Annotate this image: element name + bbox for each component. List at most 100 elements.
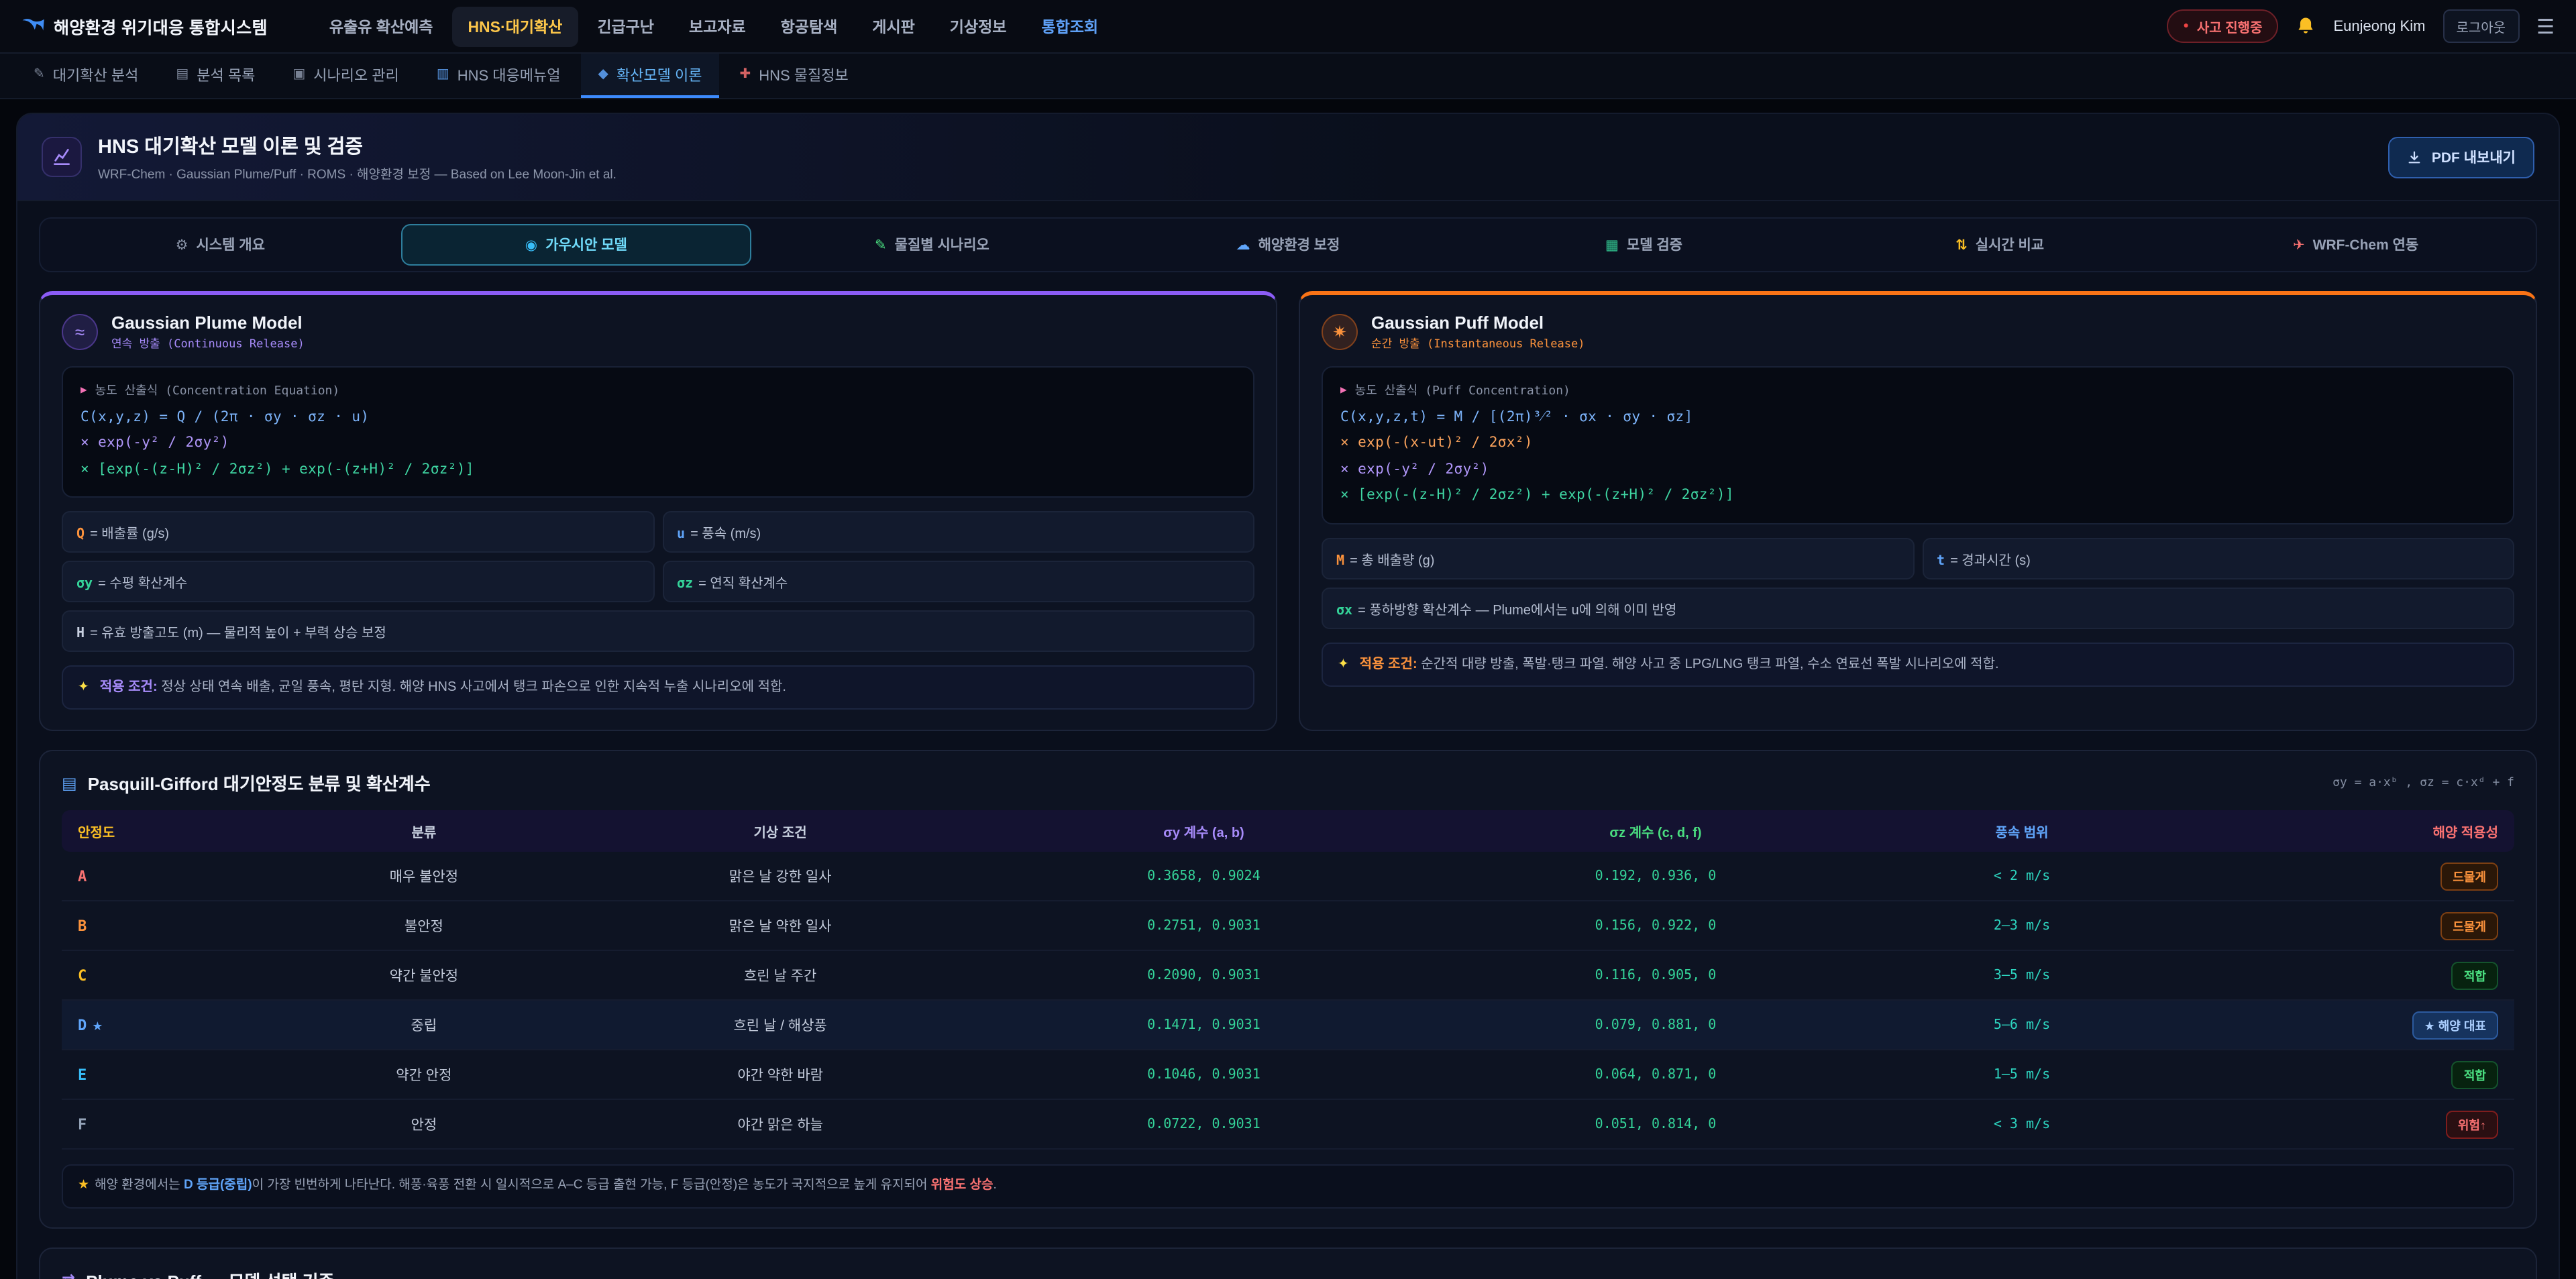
subnav-label: HNS 대응메뉴얼 bbox=[458, 64, 561, 85]
subnav-label: 시나리오 관리 bbox=[313, 64, 399, 85]
table-title: ▤ Pasquill-Gifford 대기안정도 분류 및 확산계수 bbox=[62, 771, 431, 796]
table-row: A 매우 불안정 맑은 날 강한 일사 0.3658, 0.9024 0.192… bbox=[62, 852, 2514, 901]
notification-bell-icon[interactable] bbox=[2296, 16, 2316, 36]
note-text: 적용 조건: 정상 상태 연속 배출, 균일 풍속, 평탄 지형. 해양 HNS… bbox=[100, 678, 786, 698]
rocket-icon: ✈ bbox=[2293, 237, 2305, 253]
tab-label: 시스템 개요 bbox=[196, 235, 264, 255]
subnav-label: HNS 물질정보 bbox=[759, 64, 849, 85]
chart-icon: ◉ bbox=[525, 237, 537, 253]
class-cell: 중립 bbox=[271, 1001, 576, 1050]
sigma-formula: σy = a·xᵇ , σz = c·xᵈ + f bbox=[2332, 777, 2514, 790]
tip-bulb-icon: ✦ bbox=[78, 678, 89, 698]
weather-cell: 야간 약한 바람 bbox=[576, 1050, 983, 1100]
selection-title: ⇄ Plume vs Puff — 모델 선택 기준 bbox=[62, 1267, 2514, 1279]
weather-cell: 흐린 날 주간 bbox=[576, 951, 983, 1001]
user-name: Eunjeong Kim bbox=[2333, 18, 2425, 34]
substance-icon: ✚ bbox=[739, 67, 751, 82]
page-subtitle: WRF-Chem · Gaussian Plume/Puff · ROMS · … bbox=[98, 164, 616, 182]
puff-formula-label: 농도 산출식 (Puff Concentration) bbox=[1355, 381, 1570, 398]
parameter-item: σy = 수평 확산계수 bbox=[62, 561, 654, 603]
puff-parameters: M= 총 배출량 (g) t= 경과시간 (s) σx= 풍하방향 확산계수 —… bbox=[1322, 537, 2514, 628]
menu-item-integrated-search[interactable]: 통합조회 bbox=[1025, 6, 1114, 46]
brand-title: 해양환경 위기대응 통합시스템 bbox=[54, 13, 268, 39]
pasquill-gifford-card: ▤ Pasquill-Gifford 대기안정도 분류 및 확산계수 σy = … bbox=[39, 750, 2537, 1229]
tab-marine-correction[interactable]: ☁ 해양환경 보정 bbox=[1114, 224, 1463, 266]
menu-item-hns-dispersion[interactable]: HNS·대기확산 bbox=[451, 6, 578, 46]
menu-item-weather[interactable]: 기상정보 bbox=[934, 6, 1023, 46]
tab-system-overview[interactable]: ⚙ 시스템 개요 bbox=[46, 224, 395, 266]
plume-title: Gaussian Plume Model bbox=[111, 313, 305, 333]
tab-model-validation[interactable]: ▦ 모델 검증 bbox=[1469, 224, 1819, 266]
tab-label: 가우시안 모델 bbox=[545, 235, 627, 255]
footnote-part: . bbox=[993, 1178, 996, 1193]
parameter-item: σx= 풍하방향 확산계수 — Plume에서는 u에 의해 이미 반영 bbox=[1322, 587, 2514, 628]
sigma-z-value: 0.116, 0.905, 0 bbox=[1595, 969, 1717, 984]
menu-item-oil-spill[interactable]: 유출유 확산예측 bbox=[313, 6, 449, 46]
menu-item-reports[interactable]: 보고자료 bbox=[673, 6, 762, 46]
parameter-symbol: σx bbox=[1336, 603, 1352, 618]
parameter-item: H= 유효 방출고도 (m) — 물리적 높이 + 부력 상승 보정 bbox=[62, 611, 1254, 653]
sigma-z-value: 0.079, 0.881, 0 bbox=[1595, 1019, 1717, 1034]
sigma-y-value: 0.1471, 0.9031 bbox=[1147, 1019, 1260, 1034]
subnav-tab-analysis-list[interactable]: ▤ 분석 목록 bbox=[158, 54, 272, 98]
tab-realtime-comparison[interactable]: ⇅ 실시간 비교 bbox=[1825, 224, 2175, 266]
subnav-tab-hns-manual[interactable]: ▥ HNS 대응메뉴얼 bbox=[419, 54, 578, 98]
subnav-tab-model-theory[interactable]: ◆ 확산모델 이론 bbox=[581, 54, 720, 98]
footnote-part: 이 가장 빈번하게 나타난다. 해풍·육풍 전환 시 일시적으로 A–C 등급 … bbox=[252, 1178, 931, 1193]
list-icon: ▤ bbox=[176, 67, 189, 82]
puff-formula-label-row: ▶ 농도 산출식 (Puff Concentration) bbox=[1340, 381, 2496, 398]
col-weather: 기상 조건 bbox=[576, 811, 983, 852]
parameter-symbol: σy bbox=[76, 577, 93, 592]
puff-equation-line: C(x,y,z,t) = M / [(2π)³⁄² · σx · σy · σz… bbox=[1340, 405, 2496, 431]
menu-item-air-search[interactable]: 항공탐색 bbox=[765, 6, 854, 46]
topnav-right: ● 사고 진행중 Eunjeong Kim 로그아웃 ☰ bbox=[2167, 9, 2555, 43]
tab-wrf-chem-link[interactable]: ✈ WRF-Chem 연동 bbox=[2181, 224, 2530, 266]
tab-gaussian-model[interactable]: ◉ 가우시안 모델 bbox=[402, 224, 751, 266]
class-cell: 약간 불안정 bbox=[271, 951, 576, 1001]
parameter-desc: = 풍속 (m/s) bbox=[690, 528, 761, 543]
subnav-tab-dispersion-analysis[interactable]: ✎ 대기확산 분석 bbox=[16, 54, 156, 98]
parameter-item: Q= 배출률 (g/s) bbox=[62, 512, 654, 553]
cloud-icon: ☁ bbox=[1236, 237, 1250, 253]
tab-substance-scenario[interactable]: ✎ 물질별 시나리오 bbox=[757, 224, 1107, 266]
equation-pin-icon: ▶ bbox=[1340, 384, 1347, 396]
parameter-desc: = 유효 방출고도 (m) — 물리적 높이 + 부력 상승 보정 bbox=[90, 627, 386, 642]
brand[interactable]: 해양환경 위기대응 통합시스템 bbox=[21, 13, 268, 39]
class-cell: 안정 bbox=[271, 1100, 576, 1150]
grade-label: D bbox=[78, 1017, 87, 1034]
parameter-desc: = 수평 확산계수 bbox=[98, 577, 187, 592]
weather-cell: 맑은 날 약한 일사 bbox=[576, 901, 983, 951]
grade-label: F bbox=[78, 1116, 87, 1133]
pencil-icon: ✎ bbox=[875, 237, 887, 253]
subnav-tab-scenario-management[interactable]: ▣ 시나리오 관리 bbox=[275, 54, 416, 98]
parameter-item: t= 경과시간 (s) bbox=[1922, 537, 2514, 579]
sigma-z-value: 0.051, 0.814, 0 bbox=[1595, 1118, 1717, 1133]
col-sigma-z: σz 계수 (c, d, f) bbox=[1424, 811, 1888, 852]
tab-label: 물질별 시나리오 bbox=[895, 235, 989, 255]
note-body: 정상 상태 연속 배출, 균일 풍속, 평탄 지형. 해양 HNS 사고에서 탱… bbox=[161, 681, 786, 696]
gaussian-puff-card: ✷ Gaussian Puff Model 순간 방출 (Instantaneo… bbox=[1299, 291, 2537, 732]
pdf-export-button[interactable]: PDF 내보내기 bbox=[2389, 136, 2534, 178]
hamburger-menu-icon[interactable]: ☰ bbox=[2536, 14, 2555, 38]
applicability-badge: 적합 bbox=[2452, 962, 2498, 990]
subnav-tab-hns-substance-info[interactable]: ✚ HNS 물질정보 bbox=[722, 54, 865, 98]
puff-card-header: ✷ Gaussian Puff Model 순간 방출 (Instantaneo… bbox=[1322, 313, 2514, 351]
app-window: 해양환경 위기대응 통합시스템 유출유 확산예측 HNS·대기확산 긴급구난 보… bbox=[0, 0, 2576, 1279]
col-grade: 안정도 bbox=[62, 811, 271, 852]
save-icon: ▣ bbox=[292, 67, 305, 82]
main-menu: 유출유 확산예측 HNS·대기확산 긴급구난 보고자료 항공탐색 게시판 기상정… bbox=[313, 6, 1114, 46]
table-row: D★ 중립 흐린 날 / 해상풍 0.1471, 0.9031 0.079, 0… bbox=[62, 1001, 2514, 1050]
logout-button[interactable]: 로그아웃 bbox=[2443, 9, 2519, 43]
plume-parameters: Q= 배출률 (g/s) u = 풍속 (m/s) σy = 수평 확산계수 σz =… bbox=[62, 512, 1254, 653]
parameter-symbol: u bbox=[677, 528, 685, 543]
menu-item-board[interactable]: 게시판 bbox=[856, 6, 931, 46]
plume-icon: ≈ bbox=[62, 314, 98, 350]
parameter-desc: = 연직 확산계수 bbox=[698, 577, 788, 592]
incident-status-badge[interactable]: ● 사고 진행중 bbox=[2167, 9, 2278, 43]
equation-pin-icon: ▶ bbox=[80, 384, 87, 396]
top-navigation: 해양환경 위기대응 통합시스템 유출유 확산예측 HNS·대기확산 긴급구난 보… bbox=[0, 0, 2576, 54]
parameter-symbol: σz bbox=[677, 577, 693, 592]
plume-formula-label: 농도 산출식 (Concentration Equation) bbox=[95, 381, 340, 398]
incident-status-label: 사고 진행중 bbox=[2197, 16, 2263, 36]
menu-item-rescue[interactable]: 긴급구난 bbox=[581, 6, 670, 46]
